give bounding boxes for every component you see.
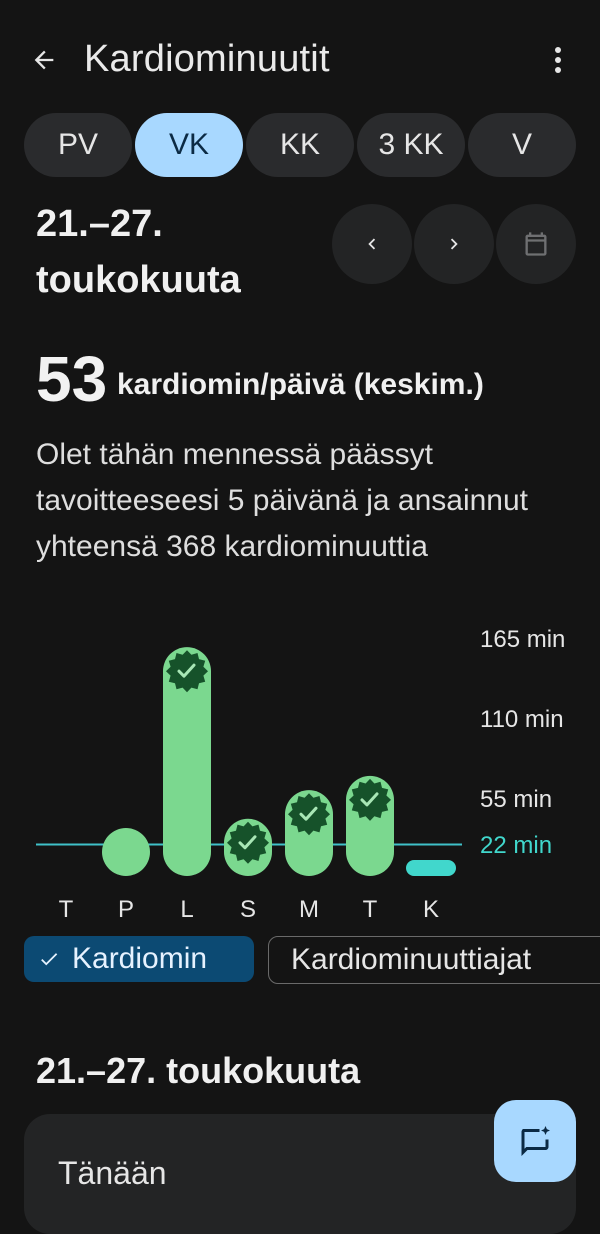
average-unit: kardiomin/päivä (keskim.) [117,368,484,401]
tab-week[interactable]: VK [135,113,243,177]
x-label-1: P [117,896,134,923]
calendar-button[interactable] [496,204,576,284]
y-tick-165: 165 min [480,626,566,653]
chevron-left-icon [368,238,376,250]
date-range-line1: 21.–27. [36,203,163,245]
cardio-minutes-chart: 165 min 110 min 55 min 22 min T P L S M … [0,620,600,930]
page-title: Kardiominuutit [84,38,330,80]
goal-label: 22 min [480,832,553,859]
summary-description: Olet tähän mennessä päässyt tavoitteesee… [36,438,529,563]
cardio-minutes-chip-label: Kardiomin [72,942,208,975]
today-label: Tänään [58,1155,167,1191]
cardio-minutes-chip[interactable]: Kardiomin [24,936,254,982]
check-icon [41,953,58,966]
back-button[interactable] [24,40,64,80]
bar-1 [102,828,150,876]
ask-coach-button[interactable] [494,1100,576,1182]
x-label-4: M [299,896,319,923]
x-label-6: K [422,896,439,923]
tab-year[interactable]: V [468,113,576,177]
chat-spark-icon [521,1126,550,1156]
x-label-0: T [58,896,74,923]
next-period-button[interactable] [414,204,494,284]
arrow-left-icon [34,50,54,70]
x-label-5: T [362,896,378,923]
tab-day[interactable]: PV [24,113,132,177]
y-tick-55: 55 min [480,786,553,813]
average-value: 53 [36,343,108,415]
more-options-button[interactable] [540,42,576,78]
x-label-2: L [180,896,194,923]
x-label-3: S [239,896,256,923]
section-title: 21.–27. toukokuuta [36,1050,361,1091]
date-range-line2: toukokuuta [36,259,241,301]
chevron-right-icon [450,238,458,250]
more-vert-icon [555,47,561,73]
cardio-times-chip-label: Kardiominuuttiajat [291,943,532,976]
y-tick-110: 110 min [480,706,564,733]
tab-3-months[interactable]: 3 KK [357,113,465,177]
calendar-icon [525,232,547,256]
bar-today [406,860,456,876]
cardio-times-chip[interactable]: Kardiominuuttiajat [268,936,600,984]
previous-period-button[interactable] [332,204,412,284]
date-range: 21.–27. toukokuuta [36,196,241,308]
chart-svg [36,647,462,876]
tab-month[interactable]: KK [246,113,354,177]
period-tabs: PV VK KK 3 KK V [24,113,576,177]
